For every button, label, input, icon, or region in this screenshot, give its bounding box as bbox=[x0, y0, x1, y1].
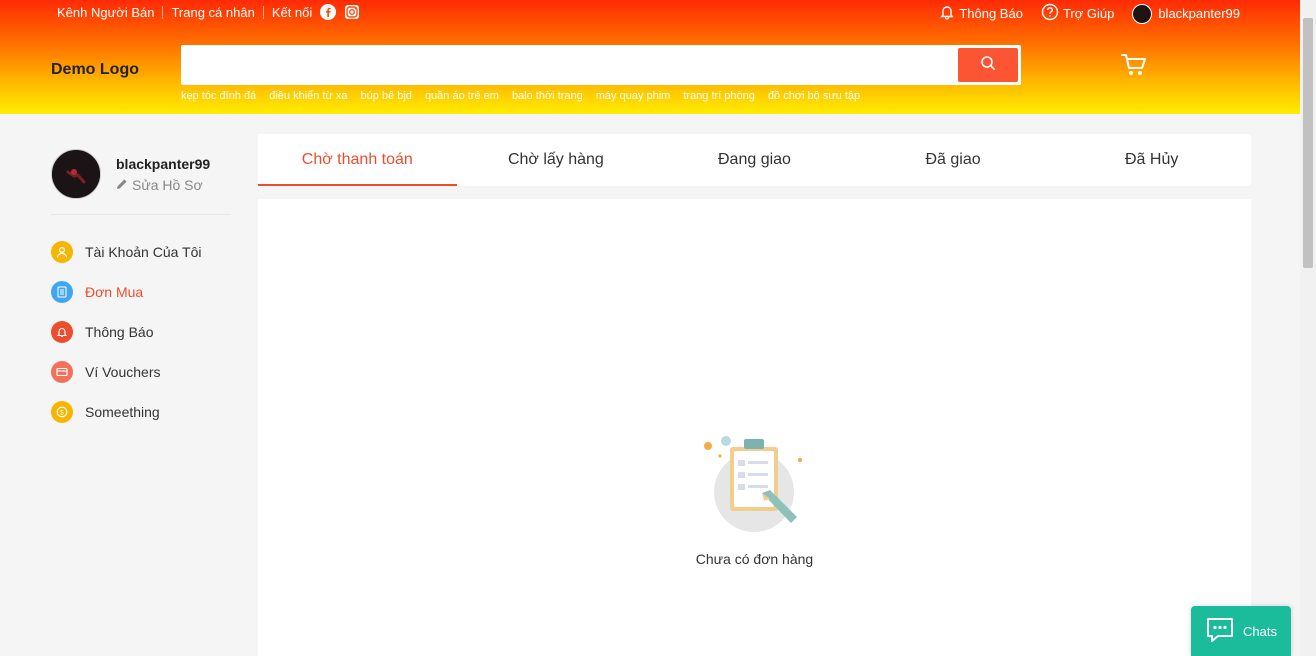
search-button[interactable] bbox=[958, 48, 1018, 82]
help-icon bbox=[1041, 3, 1063, 24]
cart-icon[interactable] bbox=[1121, 52, 1147, 83]
edit-profile-link[interactable]: Sửa Hồ Sơ bbox=[116, 177, 203, 193]
page-scrollbar[interactable] bbox=[1300, 0, 1316, 656]
empty-orders-message: Chưa có đơn hàng bbox=[695, 551, 814, 567]
divider bbox=[51, 214, 231, 215]
keyword-link[interactable]: búp bê bjd bbox=[361, 90, 412, 102]
user-icon bbox=[51, 241, 73, 263]
profile-link[interactable]: Trang cá nhân bbox=[171, 5, 254, 20]
sidebar-item-label: Someething bbox=[85, 404, 160, 420]
chat-button[interactable]: Chats bbox=[1191, 606, 1291, 656]
edit-profile-label: Sửa Hồ Sơ bbox=[132, 177, 203, 193]
profile-username: blackpanter99 bbox=[116, 156, 211, 172]
keyword-link[interactable]: đồ chơi bộ sưu tập bbox=[768, 90, 860, 102]
keyword-link[interactable]: kẹp tóc đính đá bbox=[181, 90, 256, 102]
divider bbox=[162, 5, 164, 19]
sidebar-menu: Tài Khoản Của Tôi Đơn Mua Thông Báo Ví V… bbox=[51, 241, 201, 441]
trending-keywords: kẹp tóc đính đá điều khiển từ xa búp bê … bbox=[181, 90, 873, 102]
keyword-link[interactable]: máy quay phim bbox=[596, 90, 671, 102]
top-nav-right: Thông Báo Trợ Giúp blackpanter99 bbox=[921, 3, 1240, 24]
tab-shipping[interactable]: Đang giao bbox=[655, 134, 854, 186]
profile-avatar[interactable] bbox=[51, 149, 101, 199]
keyword-link[interactable]: điều khiển từ xa bbox=[269, 90, 347, 102]
search-input[interactable] bbox=[181, 45, 951, 85]
keyword-link[interactable]: balo thời trang bbox=[512, 90, 583, 102]
empty-orders-icon bbox=[700, 427, 810, 542]
sidebar-item-orders[interactable]: Đơn Mua bbox=[51, 281, 201, 303]
voucher-icon bbox=[51, 361, 73, 383]
top-navbar: Kênh Người Bán Trang cá nhân Kết nối Thô… bbox=[0, 0, 1300, 26]
pencil-icon bbox=[116, 177, 132, 193]
search-bar bbox=[181, 45, 1021, 85]
help-label: Trợ Giúp bbox=[1062, 6, 1115, 21]
coin-icon: $ bbox=[51, 401, 73, 423]
sidebar-item-label: Tài Khoản Của Tôi bbox=[85, 244, 202, 260]
facebook-icon[interactable] bbox=[320, 4, 337, 20]
tab-awaiting-payment[interactable]: Chờ thanh toán bbox=[258, 134, 457, 186]
top-nav-left: Kênh Người Bán Trang cá nhân Kết nối bbox=[57, 4, 360, 20]
document-icon bbox=[51, 281, 73, 303]
tab-awaiting-pickup[interactable]: Chờ lấy hàng bbox=[457, 134, 656, 186]
notifications-label: Thông Báo bbox=[959, 6, 1023, 21]
sidebar-item-account[interactable]: Tài Khoản Của Tôi bbox=[51, 241, 201, 263]
sidebar-item-vouchers[interactable]: Ví Vouchers bbox=[51, 361, 201, 383]
site-logo[interactable]: Demo Logo bbox=[51, 61, 139, 79]
chat-bubble-icon bbox=[1205, 616, 1243, 647]
avatar bbox=[1132, 3, 1153, 24]
sidebar-item-label: Ví Vouchers bbox=[85, 364, 161, 380]
keyword-link[interactable]: quần áo trẻ em bbox=[425, 90, 499, 102]
scrollbar-thumb[interactable] bbox=[1303, 18, 1313, 268]
sidebar-item-notifications[interactable]: Thông Báo bbox=[51, 321, 201, 343]
divider bbox=[262, 5, 264, 19]
chat-label: Chats bbox=[1243, 623, 1277, 639]
instagram-icon[interactable] bbox=[344, 4, 360, 20]
svg-text:$: $ bbox=[60, 409, 64, 417]
keyword-link[interactable]: trang trí phòng bbox=[683, 90, 755, 102]
sidebar-item-label: Đơn Mua bbox=[85, 284, 144, 300]
site-header: Kênh Người Bán Trang cá nhân Kết nối Thô… bbox=[0, 0, 1300, 114]
bell-icon bbox=[939, 4, 959, 23]
notifications-link[interactable]: Thông Báo bbox=[939, 4, 1023, 23]
orders-panel: Chưa có đơn hàng bbox=[258, 199, 1251, 656]
order-status-tabs: Chờ thanh toán Chờ lấy hàng Đang giao Đã… bbox=[258, 134, 1251, 186]
connect-label: Kết nối bbox=[271, 4, 313, 20]
seller-channel-link[interactable]: Kênh Người Bán bbox=[57, 5, 154, 20]
account-username: blackpanter99 bbox=[1158, 6, 1240, 21]
help-link[interactable]: Trợ Giúp bbox=[1041, 3, 1114, 24]
bell-icon bbox=[51, 321, 73, 343]
tab-delivered[interactable]: Đã giao bbox=[854, 134, 1053, 186]
account-menu[interactable]: blackpanter99 bbox=[1132, 3, 1240, 24]
sidebar-item-something[interactable]: $ Someething bbox=[51, 401, 201, 423]
tab-cancelled[interactable]: Đã Hủy bbox=[1052, 134, 1251, 186]
sidebar-item-label: Thông Báo bbox=[85, 324, 154, 340]
search-icon bbox=[980, 55, 996, 76]
